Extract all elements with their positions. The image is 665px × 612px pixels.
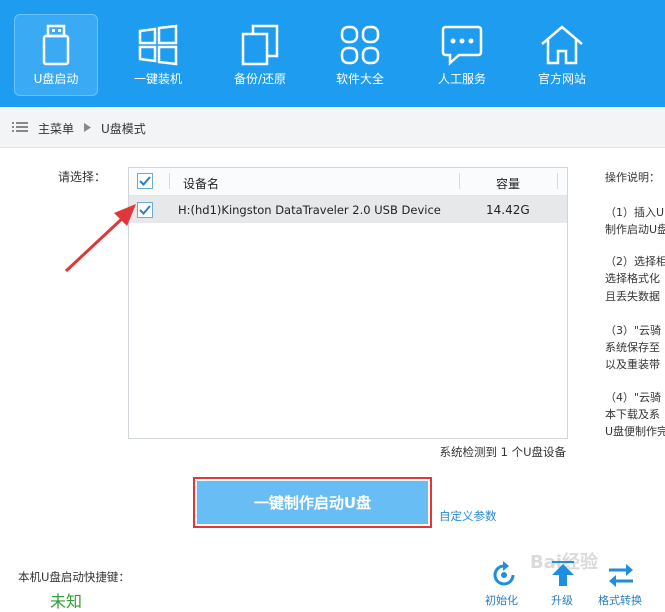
select-label: 请选择： bbox=[58, 170, 107, 184]
instructions-line: 以及重装带 bbox=[605, 358, 660, 371]
nav-label: 备份/还原 bbox=[233, 72, 287, 86]
usb-drive-icon bbox=[42, 24, 70, 66]
create-boot-usb-button[interactable]: 一键制作启动U盘 bbox=[197, 481, 428, 524]
nav-one-click-install[interactable]: 一键装机 bbox=[116, 14, 200, 96]
upgrade-arrow-icon[interactable] bbox=[548, 560, 578, 590]
nav-support[interactable]: 人工服务 bbox=[420, 14, 504, 96]
detected-status: 系统检测到 1 个U盘设备 bbox=[439, 445, 566, 459]
copy-icon bbox=[241, 24, 279, 66]
hotkey-value: 未知 bbox=[50, 592, 83, 611]
instructions-line: （1）插入U bbox=[605, 206, 665, 219]
apps-grid-icon bbox=[340, 25, 380, 65]
device-capacity: 14.42G bbox=[486, 203, 530, 217]
annotation-arrow bbox=[64, 204, 136, 273]
convert-arrows-icon[interactable] bbox=[606, 560, 636, 590]
instructions-line: （4）"云骑 bbox=[605, 391, 662, 404]
instructions-line: 选择格式化 bbox=[605, 272, 660, 285]
nav-software[interactable]: 软件大全 bbox=[318, 14, 402, 96]
hotkey-label: 本机U盘启动快捷键： bbox=[18, 570, 130, 584]
checkmark-icon bbox=[139, 176, 151, 186]
instructions-title: 操作说明： bbox=[605, 171, 660, 184]
table-row[interactable]: H:(hd1)Kingston DataTraveler 2.0 USB Dev… bbox=[129, 196, 567, 223]
instructions-line: 制作启动U盘 bbox=[605, 223, 665, 236]
nav-label: 软件大全 bbox=[335, 72, 384, 86]
column-divider bbox=[459, 173, 460, 189]
nav-usb-boot[interactable]: U盘启动 bbox=[14, 14, 98, 96]
refresh-icon[interactable] bbox=[489, 560, 519, 590]
breadcrumb-current: U盘模式 bbox=[101, 122, 146, 136]
column-divider bbox=[557, 173, 558, 189]
home-icon bbox=[541, 25, 583, 65]
column-header-capacity: 容量 bbox=[496, 177, 521, 191]
nav-label: 官方网站 bbox=[537, 72, 586, 86]
instructions-line: 本下载及系 bbox=[605, 408, 660, 421]
chevron-right-icon bbox=[84, 123, 91, 132]
custom-params-link[interactable]: 自定义参数 bbox=[439, 508, 497, 524]
nav-backup-restore[interactable]: 备份/还原 bbox=[218, 14, 302, 96]
breadcrumb: 主菜单 U盘模式 bbox=[0, 107, 665, 148]
select-all-checkbox[interactable] bbox=[137, 173, 153, 189]
initialize-button[interactable]: 初始化 bbox=[485, 592, 518, 608]
nav-label: 一键装机 bbox=[133, 72, 182, 86]
breadcrumb-home[interactable]: 主菜单 bbox=[38, 120, 74, 137]
format-convert-button[interactable]: 格式转换 bbox=[598, 592, 642, 608]
instructions-line: 系统保存至 bbox=[605, 341, 660, 354]
nav-label: U盘启动 bbox=[33, 72, 79, 86]
top-nav-bar: U盘启动 一键装机 备份/还原 软件大全 人工服务 官方网站 bbox=[0, 0, 665, 107]
column-divider bbox=[169, 173, 170, 189]
nav-website[interactable]: 官方网站 bbox=[520, 14, 604, 96]
table-header: 设备名 容量 bbox=[129, 168, 567, 196]
instructions-line: （2）选择相 bbox=[605, 255, 665, 268]
menu-list-icon bbox=[12, 122, 28, 132]
windows-icon bbox=[138, 24, 178, 66]
instructions-line: （3）"云骑 bbox=[605, 324, 662, 337]
device-table: 设备名 容量 H:(hd1)Kingston DataTraveler 2.0 … bbox=[128, 167, 568, 439]
instructions-line: U盘便制作完 bbox=[605, 425, 665, 438]
nav-label: 人工服务 bbox=[437, 72, 486, 86]
upgrade-button[interactable]: 升级 bbox=[551, 592, 573, 608]
device-name: H:(hd1)Kingston DataTraveler 2.0 USB Dev… bbox=[178, 203, 441, 217]
instructions-line: 且丢失数据 bbox=[605, 290, 660, 303]
chat-bubble-icon bbox=[441, 25, 483, 66]
column-header-device: 设备名 bbox=[183, 177, 220, 191]
